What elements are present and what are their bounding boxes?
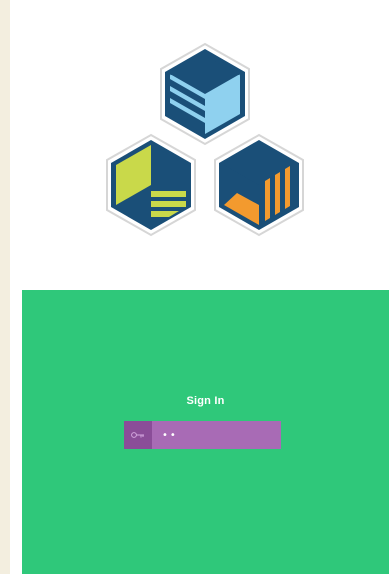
lime-cube-icon: [106, 133, 196, 237]
orange-cube-icon: [214, 133, 304, 237]
password-field[interactable]: [124, 421, 281, 449]
left-rail: [0, 0, 10, 574]
signin-page: Sign In: [0, 0, 389, 574]
signin-title: Sign In: [186, 395, 225, 407]
app-logo: [106, 42, 304, 237]
password-input[interactable]: [152, 421, 272, 449]
signin-panel: Sign In: [22, 290, 389, 574]
blue-cube-icon: [160, 42, 250, 146]
key-icon: [124, 421, 152, 449]
